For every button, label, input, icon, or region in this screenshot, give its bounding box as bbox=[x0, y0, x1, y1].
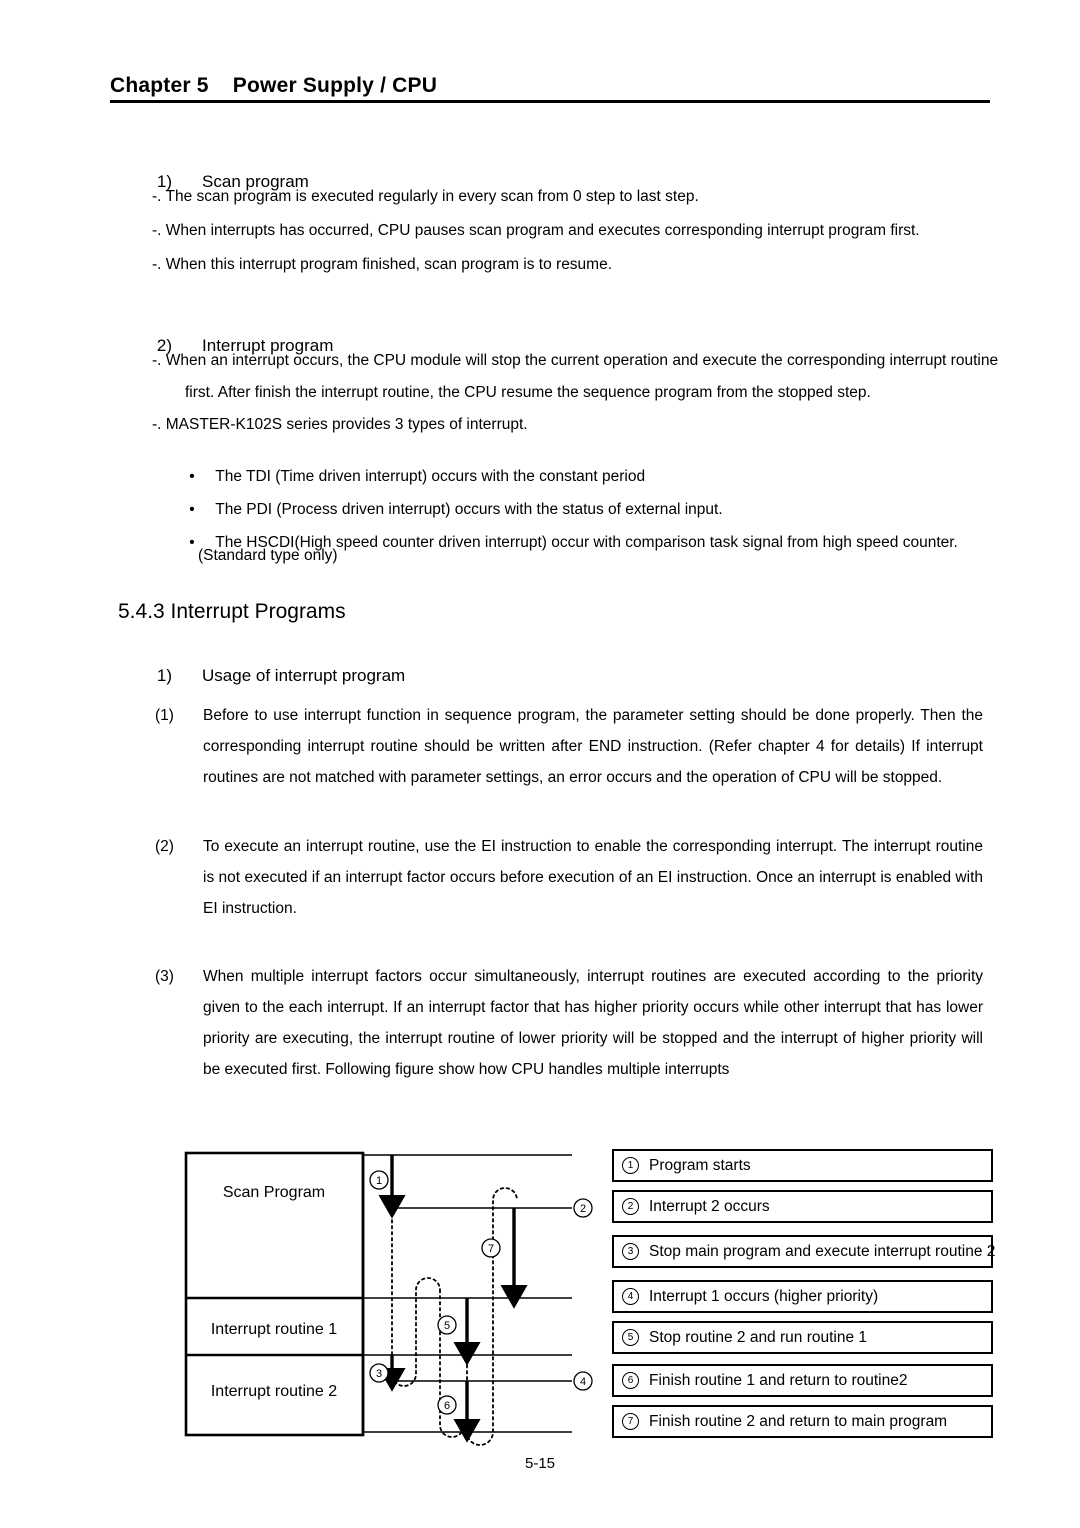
legend-number-2: 2 bbox=[622, 1198, 639, 1215]
header-rule bbox=[110, 100, 990, 103]
scan-item-0: -. The scan program is executed regularl… bbox=[152, 188, 699, 205]
figure-row-label-2: Interrupt routine 2 bbox=[211, 1383, 337, 1400]
legend-text-4: Interrupt 1 occurs (higher priority) bbox=[649, 1287, 879, 1305]
interrupt-item-2: -. MASTER-K102S series provides 3 types … bbox=[152, 416, 528, 433]
paragraph-1-text: Before to use interrupt function in sequ… bbox=[203, 707, 983, 786]
figure-marker-1: 1 bbox=[369, 1170, 389, 1190]
figure-flow-arrows bbox=[378, 1155, 528, 1443]
interrupt-item-1: first. After finish the interrupt routin… bbox=[185, 384, 871, 401]
legend-text-3: Stop main program and execute interrupt … bbox=[649, 1242, 996, 1260]
svg-text:6: 6 bbox=[444, 1400, 450, 1412]
figure-marker-6: 6 bbox=[437, 1395, 457, 1415]
chapter-header: Chapter 5 Power Supply / CPU bbox=[110, 74, 990, 103]
legend-text-5: Stop routine 2 and run routine 1 bbox=[649, 1328, 868, 1346]
legend-number-4: 4 bbox=[622, 1288, 639, 1305]
paragraph-1-number: (1) bbox=[155, 707, 174, 724]
legend-text-7: Finish routine 2 and return to main prog… bbox=[649, 1412, 948, 1430]
legend-number-6: 6 bbox=[622, 1372, 639, 1389]
figure-label-table bbox=[184, 1151, 365, 1437]
chapter-header-text: Chapter 5 Power Supply / CPU bbox=[110, 74, 438, 97]
paragraph-3-number: (3) bbox=[155, 968, 174, 985]
paragraph-2: (2) To execute an interrupt routine, use… bbox=[155, 831, 983, 924]
legend-item-5: 5 Stop routine 2 and run routine 1 bbox=[612, 1321, 993, 1354]
figure-row-label-1: Interrupt routine 1 bbox=[211, 1321, 337, 1338]
figure-marker-3: 3 bbox=[369, 1363, 389, 1383]
heading-usage-interrupt: 1) Usage of interrupt program bbox=[138, 646, 405, 706]
legend-text-1: Program starts bbox=[649, 1156, 751, 1174]
heading-usage-title: Usage of interrupt program bbox=[202, 666, 406, 685]
paragraph-2-text: To execute an interrupt routine, use the… bbox=[203, 838, 983, 917]
paragraph-1: (1) Before to use interrupt function in … bbox=[155, 700, 983, 793]
legend-number-3: 3 bbox=[622, 1243, 639, 1260]
legend-item-2: 2 Interrupt 2 occurs bbox=[612, 1190, 993, 1223]
legend-item-7: 7 Finish routine 2 and return to main pr… bbox=[612, 1405, 993, 1438]
legend-text-6: Finish routine 1 and return to routine2 bbox=[649, 1371, 908, 1389]
figure-marker-4: 4 bbox=[573, 1371, 593, 1391]
svg-text:7: 7 bbox=[488, 1243, 494, 1255]
svg-text:5: 5 bbox=[444, 1320, 450, 1332]
interrupt-item-0: -. When an interrupt occurs, the CPU mod… bbox=[152, 352, 999, 369]
figure-marker-2: 2 bbox=[573, 1198, 593, 1218]
svg-text:3: 3 bbox=[376, 1368, 382, 1380]
legend-item-3: 3 Stop main program and execute interrup… bbox=[612, 1235, 996, 1268]
svg-text:2: 2 bbox=[580, 1203, 586, 1215]
page-footer: 5-15 bbox=[524, 1455, 556, 1472]
legend-item-6: 6 Finish routine 1 and return to routine… bbox=[612, 1364, 993, 1397]
scan-item-2: -. When this interrupt program finished,… bbox=[152, 256, 613, 273]
legend-number-7: 7 bbox=[622, 1413, 639, 1430]
paragraph-3: (3) When multiple interrupt factors occu… bbox=[155, 961, 983, 1085]
legend-text-2: Interrupt 2 occurs bbox=[649, 1197, 770, 1215]
paragraph-2-number: (2) bbox=[155, 838, 174, 855]
heading-usage-number: 1) bbox=[156, 666, 173, 685]
figure-row-label-0: Scan Program bbox=[223, 1184, 325, 1201]
interrupt-bullet-3: (Standard type only) bbox=[198, 547, 338, 564]
svg-text:1: 1 bbox=[376, 1175, 382, 1187]
figure-dotted-paths bbox=[391, 1187, 518, 1446]
section-heading-543: 5.4.3 Interrupt Programs bbox=[118, 600, 346, 623]
legend-number-1: 1 bbox=[622, 1157, 639, 1174]
legend-item-4: 4 Interrupt 1 occurs (higher priority) bbox=[612, 1280, 993, 1313]
legend-number-5: 5 bbox=[622, 1329, 639, 1346]
legend-item-1: 1 Program starts bbox=[612, 1149, 993, 1182]
document-page: Chapter 5 Power Supply / CPU 1) Scan prog… bbox=[0, 0, 1080, 1528]
scan-item-1: -. When interrupts has occurred, CPU pau… bbox=[152, 222, 920, 239]
svg-text:4: 4 bbox=[580, 1376, 586, 1388]
paragraph-3-text: When multiple interrupt factors occur si… bbox=[203, 968, 983, 1078]
figure-marker-5: 5 bbox=[437, 1315, 457, 1335]
figure-timelines bbox=[363, 1154, 572, 1433]
figure-marker-7: 7 bbox=[481, 1238, 501, 1258]
